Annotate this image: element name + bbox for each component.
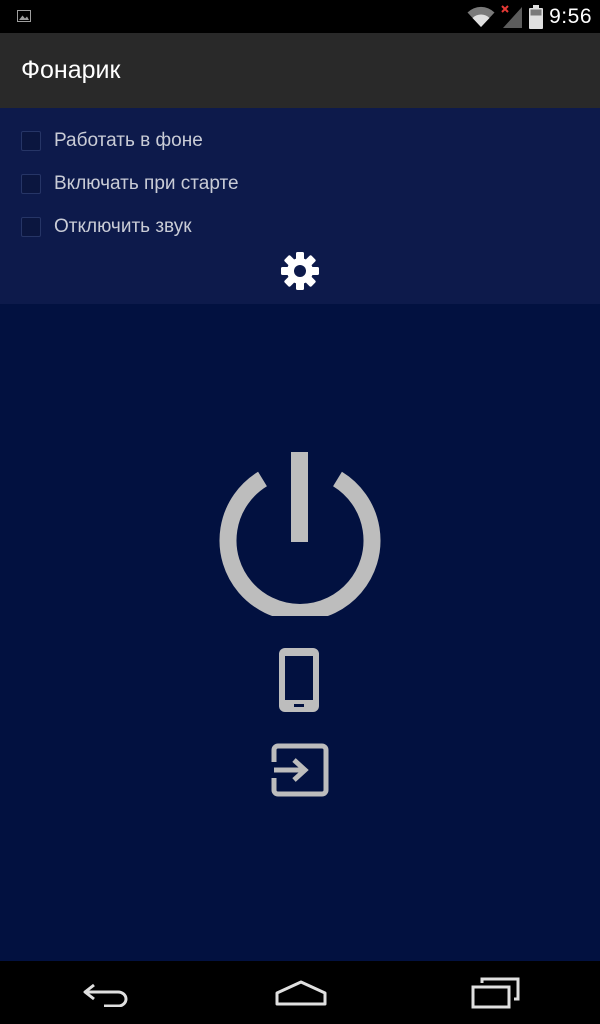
checkbox-box[interactable] [21,174,41,194]
home-icon[interactable] [274,979,328,1007]
status-time: 9:56 [549,5,592,28]
app-title: Фонарик [21,56,121,84]
checkbox-label: Работать в фоне [54,130,203,151]
gear-icon[interactable] [280,251,320,291]
action-bar: Фонарик [0,33,600,108]
checkbox-mute-sound[interactable]: Отключить звук [21,214,192,240]
checkbox-enable-on-start[interactable]: Включать при старте [21,171,239,197]
battery-icon [529,4,544,29]
checkbox-run-in-background[interactable]: Работать в фоне [21,128,203,154]
status-icons: 9:56 [467,0,592,33]
checkbox-box[interactable] [21,131,41,151]
phone-icon[interactable] [275,646,323,714]
nav-bar [0,961,600,1024]
status-bar: 9:56 [0,0,600,33]
wifi-icon [467,6,495,27]
screen: 9:56 Фонарик Работать в фоне Включать пр… [0,0,600,1024]
recent-apps-icon[interactable] [470,977,520,1009]
checkbox-label: Отключить звук [54,216,192,237]
power-icon[interactable] [218,452,382,616]
image-notification-icon [17,10,31,22]
main-area [0,304,600,961]
checkbox-box[interactable] [21,217,41,237]
checkbox-label: Включать при старте [54,173,239,194]
settings-panel: Работать в фоне Включать при старте Откл… [0,108,600,304]
exit-icon[interactable] [270,740,330,800]
back-icon[interactable] [80,979,132,1007]
signal-no-service-icon [501,4,523,28]
